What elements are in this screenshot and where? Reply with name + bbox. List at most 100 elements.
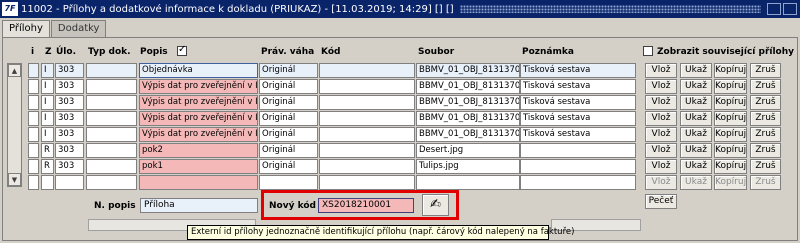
table-row[interactable]: R 303 pok2 Originál Desert.jpg (0, 143, 640, 158)
show-button[interactable]: Ukaž (680, 175, 712, 190)
cell-ulo[interactable]: 303 (55, 143, 84, 158)
table-row[interactable]: I 303 Výpis dat pro zveřejnění v IS Originá… (0, 111, 640, 126)
cell-z[interactable]: I (41, 63, 54, 78)
cell-kod[interactable] (319, 111, 415, 126)
insert-button[interactable]: Vlož (645, 159, 677, 174)
insert-button[interactable]: Vlož (645, 95, 677, 110)
cell-kod[interactable] (319, 63, 415, 78)
cell-z[interactable]: I (41, 79, 54, 94)
cell-i[interactable] (28, 79, 39, 94)
cell-popis[interactable]: pok1 (139, 159, 258, 174)
cell-popis[interactable]: Objednávka (139, 63, 258, 78)
insert-button[interactable]: Vlož (645, 127, 677, 142)
show-button[interactable]: Ukaž (680, 79, 712, 94)
tab-prilohy[interactable]: Přílohy (2, 20, 50, 37)
cell-popis[interactable]: Výpis dat pro zveřejnění v IS (139, 95, 258, 110)
show-button[interactable]: Ukaž (680, 111, 712, 126)
cell-poznamka[interactable]: Tisková sestava (520, 79, 636, 94)
cell-kod[interactable] (319, 159, 415, 174)
cell-kod[interactable] (319, 143, 415, 158)
cancel-button[interactable]: Zruš (750, 111, 781, 126)
insert-button[interactable]: Vlož (645, 175, 677, 190)
cell-soubor[interactable]: Tulips.jpg (416, 159, 520, 174)
cell-popis[interactable]: Výpis dat pro zveřejnění v IS (139, 127, 258, 142)
copy-button[interactable]: Kopíruj (714, 127, 747, 142)
cancel-button[interactable]: Zruš (750, 79, 781, 94)
cell-z[interactable]: I (41, 127, 54, 142)
window-button-2[interactable] (783, 3, 797, 15)
table-row[interactable]: I 303 Výpis dat pro zveřejnění v IS Originá… (0, 79, 640, 94)
cell-z[interactable]: I (41, 95, 54, 110)
stamp-icon[interactable]: ✍ (422, 194, 449, 216)
show-button[interactable]: Ukaž (680, 127, 712, 142)
cell-z[interactable]: I (41, 111, 54, 126)
cell-typ[interactable] (86, 63, 137, 78)
cell-i[interactable] (28, 63, 39, 78)
cell-popis[interactable] (139, 175, 258, 190)
cell-ulo[interactable]: 303 (55, 111, 84, 126)
cancel-button[interactable]: Zruš (750, 127, 781, 142)
novy-kod-field[interactable]: XS2018210001 (318, 198, 414, 213)
table-row[interactable]: I 303 Výpis dat pro zveřejnění v IS Originá… (0, 95, 640, 110)
cell-popis[interactable]: Výpis dat pro zveřejnění v IS (139, 111, 258, 126)
insert-button[interactable]: Vlož (645, 143, 677, 158)
show-button[interactable]: Ukaž (680, 63, 712, 78)
insert-button[interactable]: Vlož (645, 79, 677, 94)
copy-button[interactable]: Kopíruj (714, 143, 747, 158)
cell-i[interactable] (28, 143, 39, 158)
copy-button[interactable]: Kopíruj (714, 175, 747, 190)
table-row[interactable]: I 303 Výpis dat pro zveřejnění v IS Originá… (0, 127, 640, 142)
cell-poznamka[interactable]: Tisková sestava (520, 63, 636, 78)
n-popis-field[interactable]: Příloha (140, 198, 258, 213)
cell-typ[interactable] (86, 111, 137, 126)
cell-z[interactable] (41, 175, 54, 190)
cell-ulo[interactable]: 303 (55, 95, 84, 110)
cell-soubor[interactable]: BBMV_01_OBJ_8131370 (416, 95, 520, 110)
cell-poznamka[interactable] (520, 175, 636, 190)
cell-prav[interactable]: Originál (259, 63, 318, 78)
cell-i[interactable] (28, 111, 39, 126)
cell-typ[interactable] (86, 143, 137, 158)
cell-i[interactable] (28, 175, 39, 190)
cell-ulo[interactable]: 303 (55, 127, 84, 142)
cell-popis[interactable]: pok2 (139, 143, 258, 158)
show-button[interactable]: Ukaž (680, 159, 712, 174)
copy-button[interactable]: Kopíruj (714, 111, 747, 126)
tab-dodatky[interactable]: Dodatky (50, 20, 107, 37)
cell-typ[interactable] (86, 159, 137, 174)
cell-kod[interactable] (319, 79, 415, 94)
cancel-button[interactable]: Zruš (750, 63, 781, 78)
cancel-button[interactable]: Zruš (750, 175, 781, 190)
cell-poznamka[interactable]: Tisková sestava (520, 111, 636, 126)
cell-typ[interactable] (86, 79, 137, 94)
cell-soubor[interactable]: BBMV_01_OBJ_8131370 (416, 111, 520, 126)
cancel-button[interactable]: Zruš (750, 159, 781, 174)
insert-button[interactable]: Vlož (645, 63, 677, 78)
cell-popis[interactable]: Výpis dat pro zveřejnění v IS (139, 79, 258, 94)
cell-typ[interactable] (86, 127, 137, 142)
copy-button[interactable]: Kopíruj (714, 159, 747, 174)
cell-poznamka[interactable]: Tisková sestava (520, 95, 636, 110)
cell-ulo[interactable] (55, 175, 84, 190)
copy-button[interactable]: Kopíruj (714, 79, 747, 94)
cell-ulo[interactable]: 303 (55, 63, 84, 78)
cell-i[interactable] (28, 127, 39, 142)
copy-button[interactable]: Kopíruj (714, 95, 747, 110)
show-button[interactable]: Ukaž (680, 95, 712, 110)
table-row[interactable] (0, 175, 640, 190)
copy-button[interactable]: Kopíruj (714, 63, 747, 78)
table-row[interactable]: R 303 pok1 Originál Tulips.jpg (0, 159, 640, 174)
cell-prav[interactable]: Originál (259, 143, 318, 158)
cell-ulo[interactable]: 303 (55, 79, 84, 94)
cell-z[interactable]: R (41, 159, 54, 174)
cell-kod[interactable] (319, 175, 415, 190)
show-button[interactable]: Ukaž (680, 143, 712, 158)
cell-typ[interactable] (86, 175, 137, 190)
cell-poznamka[interactable] (520, 143, 636, 158)
cell-z[interactable]: R (41, 143, 54, 158)
cell-prav[interactable]: Originál (259, 79, 318, 94)
cancel-button[interactable]: Zruš (750, 143, 781, 158)
cell-ulo[interactable]: 303 (55, 159, 84, 174)
cell-poznamka[interactable]: Tisková sestava (520, 127, 636, 142)
cell-typ[interactable] (86, 95, 137, 110)
